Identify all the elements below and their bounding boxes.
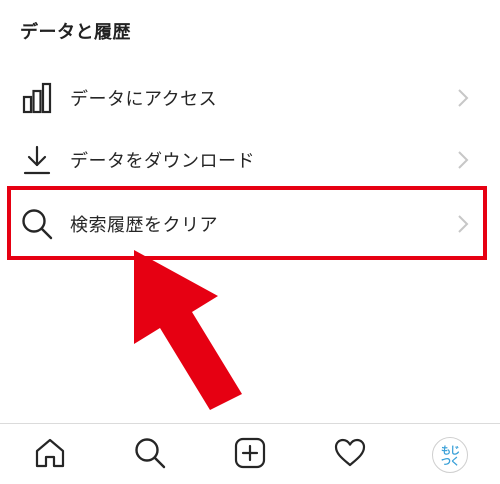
nav-profile-button[interactable]: も じ つ く [426,431,474,479]
nav-activity-button[interactable] [326,431,374,479]
menu-item-label: 検索履歴をクリア [70,215,218,236]
chevron-right-icon [456,150,470,170]
settings-page: データと履歴 データにアクセス データをダウンロード 検索履歴をクリア も じ … [0,0,500,484]
bottom-nav: も じ つ く [0,423,500,484]
menu-item-data-access[interactable]: データにアクセス [12,70,488,126]
menu-item-data-download[interactable]: データをダウンロード [12,132,488,188]
red-arrow-icon [134,250,242,410]
nav-search-button[interactable] [126,431,174,479]
menu-item-label: データをダウンロード [70,151,255,172]
mojitsuku-logo: も じ つ く [441,445,460,468]
nav-add-post-button[interactable] [226,431,274,479]
nav-home-button[interactable] [26,431,74,479]
svg-text:じ: じ [450,445,460,457]
svg-text:く: く [450,456,460,468]
menu-item-label: データにアクセス [70,89,218,110]
menu-item-clear-search-history[interactable]: 検索履歴をクリア [12,196,488,252]
add-post-icon [233,436,267,474]
chevron-right-icon [456,88,470,108]
search-icon [133,436,167,474]
section-title: データと履歴 [20,22,131,43]
heart-icon [333,436,367,474]
profile-avatar: も じ つ く [432,436,468,473]
search-icon [14,204,60,244]
bar-chart-icon [14,78,60,118]
home-icon [33,436,67,474]
download-icon [14,140,60,180]
chevron-right-icon [456,214,470,234]
